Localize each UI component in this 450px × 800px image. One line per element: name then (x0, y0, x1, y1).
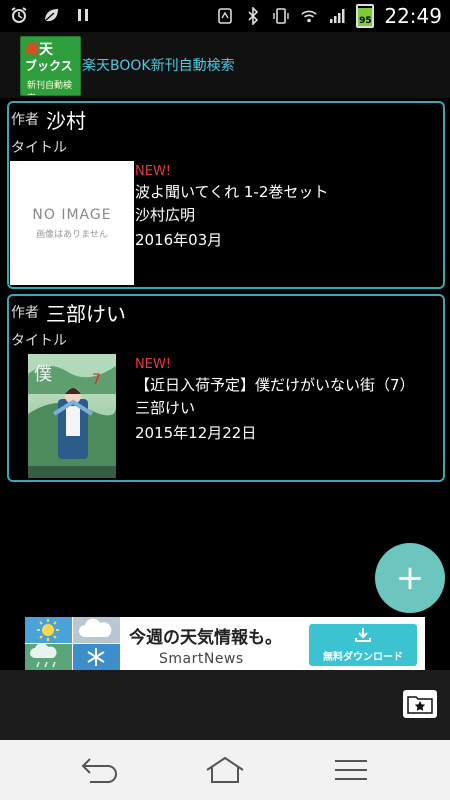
logo-line2: ブックス (25, 59, 73, 73)
clock: 22:49 (384, 4, 442, 28)
svg-text:7: 7 (92, 372, 101, 388)
battery-level: 95 (359, 16, 372, 26)
ad-banner[interactable]: 今週の天気情報も。 SmartNews 無料ダウンロード (25, 617, 425, 670)
author-name: 沙村 (46, 109, 86, 133)
release-date: 2016年03月 (135, 231, 223, 249)
back-button[interactable] (73, 754, 123, 786)
author-label: 作者 (11, 305, 39, 321)
battery-icon: 95 (356, 4, 375, 28)
vibrate-icon (272, 7, 290, 25)
home-button[interactable] (200, 754, 250, 786)
new-badge: NEW! (135, 357, 172, 372)
ad-download-label: 無料ダウンロード (323, 652, 403, 663)
alarm-icon (10, 6, 28, 24)
bottom-toolbar (0, 670, 450, 740)
back-icon (81, 758, 117, 783)
wifi-icon (300, 7, 318, 25)
download-icon (309, 627, 417, 647)
menu-button[interactable] (326, 754, 376, 786)
book-cover-image[interactable]: 僕 7 (28, 354, 116, 478)
app-logo[interactable]: 楽天 ブックス 新刊自動検索 (20, 36, 81, 96)
ad-download-button[interactable]: 無料ダウンロード (309, 624, 417, 666)
weather-tiles (25, 617, 120, 670)
plus-icon: + (395, 558, 425, 598)
app-bar: 楽天 ブックス 新刊自動検索 楽天BOOK新刊自動検索 (0, 32, 450, 98)
book-author: 沙村広明 (135, 206, 196, 224)
logo-line1: 楽天 (25, 42, 53, 58)
book-info: NEW! 【近日入荷予定】僕だけがいない街（7） 三部けい 2015年12月22… (135, 356, 425, 446)
cloud-icon (73, 617, 120, 643)
home-icon (206, 756, 244, 783)
signal-icon (328, 7, 346, 25)
logo-line3: 新刊自動検索 (27, 81, 73, 95)
navigation-bar (0, 740, 450, 800)
folder-star-icon (407, 696, 433, 714)
author-label: 作者 (11, 112, 39, 128)
author-name: 三部けい (46, 302, 126, 326)
nfc-icon (216, 7, 234, 25)
book-info: NEW! 波よ聞いてくれ 1-2巻セット 沙村広明 2016年03月 (135, 163, 425, 253)
no-image-subtext: 画像はありません (36, 230, 108, 240)
pause-icon (74, 6, 92, 24)
no-image-text: NO IMAGE (32, 207, 112, 223)
menu-icon (335, 760, 367, 780)
bluetooth-icon (244, 7, 262, 25)
book-title[interactable]: 波よ聞いてくれ 1-2巻セット (135, 181, 425, 203)
ad-brand: SmartNews (159, 651, 244, 667)
add-author-button[interactable]: + (375, 543, 445, 613)
book-title[interactable]: 【近日入荷予定】僕だけがいない街（7） (135, 374, 425, 396)
status-bar: 95 22:49 (0, 0, 450, 32)
title-label: タイトル (11, 333, 67, 349)
book-card[interactable]: 作者 沙村 タイトル NO IMAGE 画像はありません NEW! 波よ聞いてく… (7, 101, 445, 289)
bookmark-folder-button[interactable] (403, 690, 437, 718)
book-card[interactable]: 作者 三部けい タイトル 僕 7 NEW! 【近日入荷予定】僕だけがいない街（7… (7, 294, 445, 482)
sun-icon (25, 617, 72, 643)
leaf-icon (42, 6, 60, 24)
title-label: タイトル (11, 140, 67, 156)
new-badge: NEW! (135, 164, 172, 179)
snow-icon (73, 644, 120, 670)
svg-text:僕: 僕 (34, 364, 52, 385)
rain-icon (25, 643, 72, 670)
release-date: 2015年12月22日 (135, 424, 257, 442)
book-author: 三部けい (135, 399, 196, 417)
ad-headline: 今週の天気情報も。 (129, 628, 282, 648)
book-cover-placeholder[interactable]: NO IMAGE 画像はありません (10, 161, 134, 285)
app-title: 楽天BOOK新刊自動検索 (82, 58, 235, 74)
